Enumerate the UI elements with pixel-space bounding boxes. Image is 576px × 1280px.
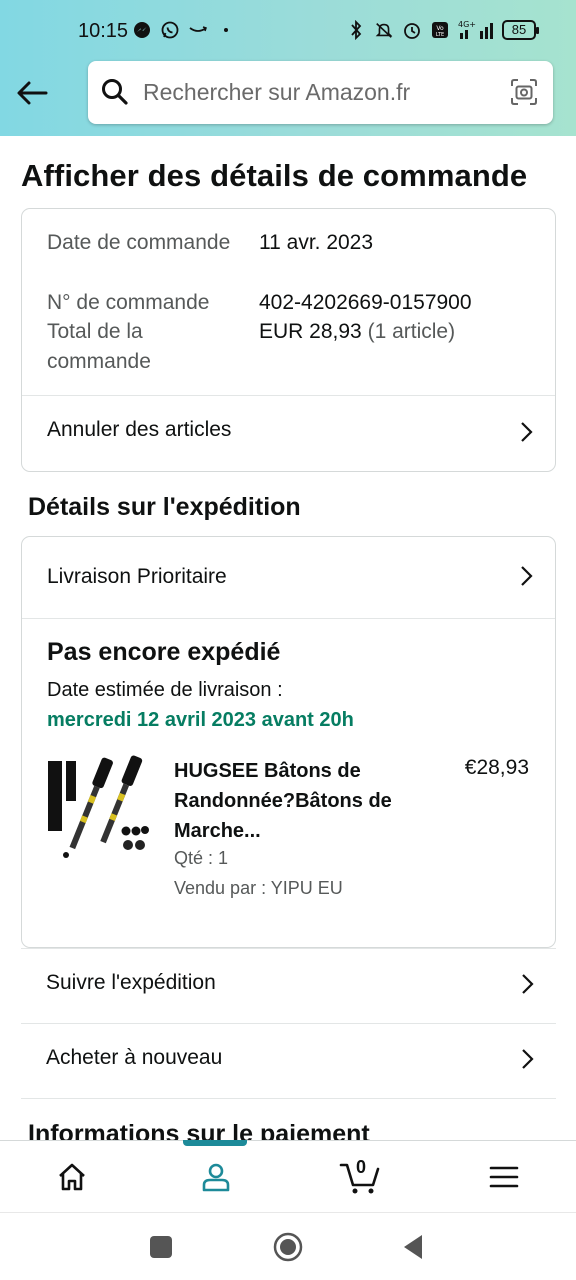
- triangle-back-icon: [404, 1235, 422, 1259]
- camera-scan-icon[interactable]: [509, 77, 539, 107]
- svg-text:Vo: Vo: [436, 25, 444, 32]
- amazon-smile-icon: [188, 20, 208, 40]
- track-shipment-label: Suivre l'expédition: [46, 971, 216, 994]
- order-date-value: 11 avr. 2023: [259, 231, 374, 254]
- estimated-delivery-label: Date estimée de livraison :: [47, 679, 283, 701]
- system-nav-bar: [0, 1212, 576, 1280]
- search-input[interactable]: [143, 75, 493, 109]
- cancel-items-label: Annuler des articles: [47, 418, 232, 441]
- bottom-nav: 0: [0, 1140, 576, 1212]
- menu-icon: [489, 1166, 519, 1188]
- buy-again-label: Acheter à nouveau: [46, 1046, 223, 1069]
- shipment-card: Livraison Prioritaire Pas encore expédié…: [21, 536, 556, 948]
- messenger-icon: [132, 20, 152, 40]
- whatsapp-icon: [160, 20, 180, 40]
- mute-icon: [374, 20, 394, 40]
- nav-menu[interactable]: [432, 1141, 576, 1213]
- product-image[interactable]: [46, 755, 150, 859]
- notification-icons: [132, 20, 236, 40]
- signal-icon: 4G+: [458, 20, 494, 40]
- chevron-right-icon: [522, 1049, 534, 1069]
- cancel-items-row[interactable]: Annuler des articles: [22, 396, 555, 472]
- home-icon: [59, 1163, 85, 1191]
- recents-button[interactable]: [145, 1231, 177, 1263]
- order-total-label: Total de la commande: [47, 320, 151, 373]
- order-number-value: 402-4202669-0157900: [259, 291, 472, 314]
- buy-again-row[interactable]: Acheter à nouveau: [21, 1023, 556, 1097]
- home-system-button[interactable]: [272, 1231, 304, 1263]
- shipment-section-title: Détails sur l'expédition: [28, 493, 301, 521]
- order-total-value: EUR 28,93: [259, 320, 362, 343]
- status-time: 10:15: [78, 20, 129, 42]
- search-bar[interactable]: [88, 61, 553, 124]
- nav-account[interactable]: [144, 1141, 288, 1213]
- product-price: €28,93: [464, 756, 529, 779]
- nav-home[interactable]: [0, 1141, 144, 1213]
- account-icon: [202, 1163, 230, 1192]
- system-icons: Vo LTE 4G+ 85: [346, 20, 539, 40]
- product-title[interactable]: HUGSEE Bâtons de Randonnée?Bâtons de Mar…: [174, 756, 424, 846]
- cart-count: 0: [356, 1157, 367, 1177]
- app-header: 10:15 Vo LTE 4G+ 85 Rechercher sur Amazo…: [0, 0, 576, 136]
- order-total: EUR 28,93 (1 article): [259, 317, 455, 347]
- delivery-option-label: Livraison Prioritaire: [47, 565, 227, 588]
- order-item-count: (1 article): [367, 320, 456, 343]
- back-button[interactable]: [14, 74, 52, 112]
- order-details-content[interactable]: Afficher des détails de commande Date de…: [0, 136, 576, 1140]
- bluetooth-icon: [346, 20, 366, 40]
- dot-icon: [216, 20, 236, 40]
- chevron-right-icon: [521, 566, 533, 586]
- chevron-right-icon: [522, 974, 534, 994]
- delivery-option-row[interactable]: Livraison Prioritaire: [22, 537, 555, 618]
- track-shipment-row[interactable]: Suivre l'expédition: [21, 948, 556, 1022]
- payment-section-title: Informations sur le paiement: [28, 1120, 370, 1140]
- svg-text:4G+: 4G+: [458, 20, 476, 29]
- chevron-right-icon: [521, 422, 533, 442]
- svg-text:LTE: LTE: [436, 32, 444, 38]
- battery-icon: 85: [502, 20, 539, 40]
- back-system-button[interactable]: [398, 1231, 430, 1263]
- product-seller: Vendu par : YIPU EU: [174, 878, 343, 898]
- alarm-icon: [402, 20, 422, 40]
- status-bar: 10:15 Vo LTE 4G+ 85: [0, 0, 576, 64]
- order-summary-card: Date de commande 11 avr. 2023 N° de comm…: [21, 208, 556, 472]
- page-title: Afficher des détails de commande: [21, 158, 528, 193]
- circle-icon: [273, 1232, 303, 1262]
- shipment-status: Pas encore expédié: [47, 638, 281, 666]
- estimated-delivery-date: mercredi 12 avril 2023 avant 20h: [47, 709, 354, 731]
- order-number-label: N° de commande: [47, 291, 210, 314]
- search-icon: [102, 79, 128, 105]
- divider: [21, 1098, 556, 1099]
- divider: [22, 618, 555, 619]
- product-quantity: Qté : 1: [174, 848, 229, 868]
- arrow-left-icon: [17, 81, 48, 105]
- order-date-label: Date de commande: [47, 231, 231, 254]
- square-icon: [150, 1236, 172, 1258]
- volte-icon: Vo LTE: [430, 20, 450, 40]
